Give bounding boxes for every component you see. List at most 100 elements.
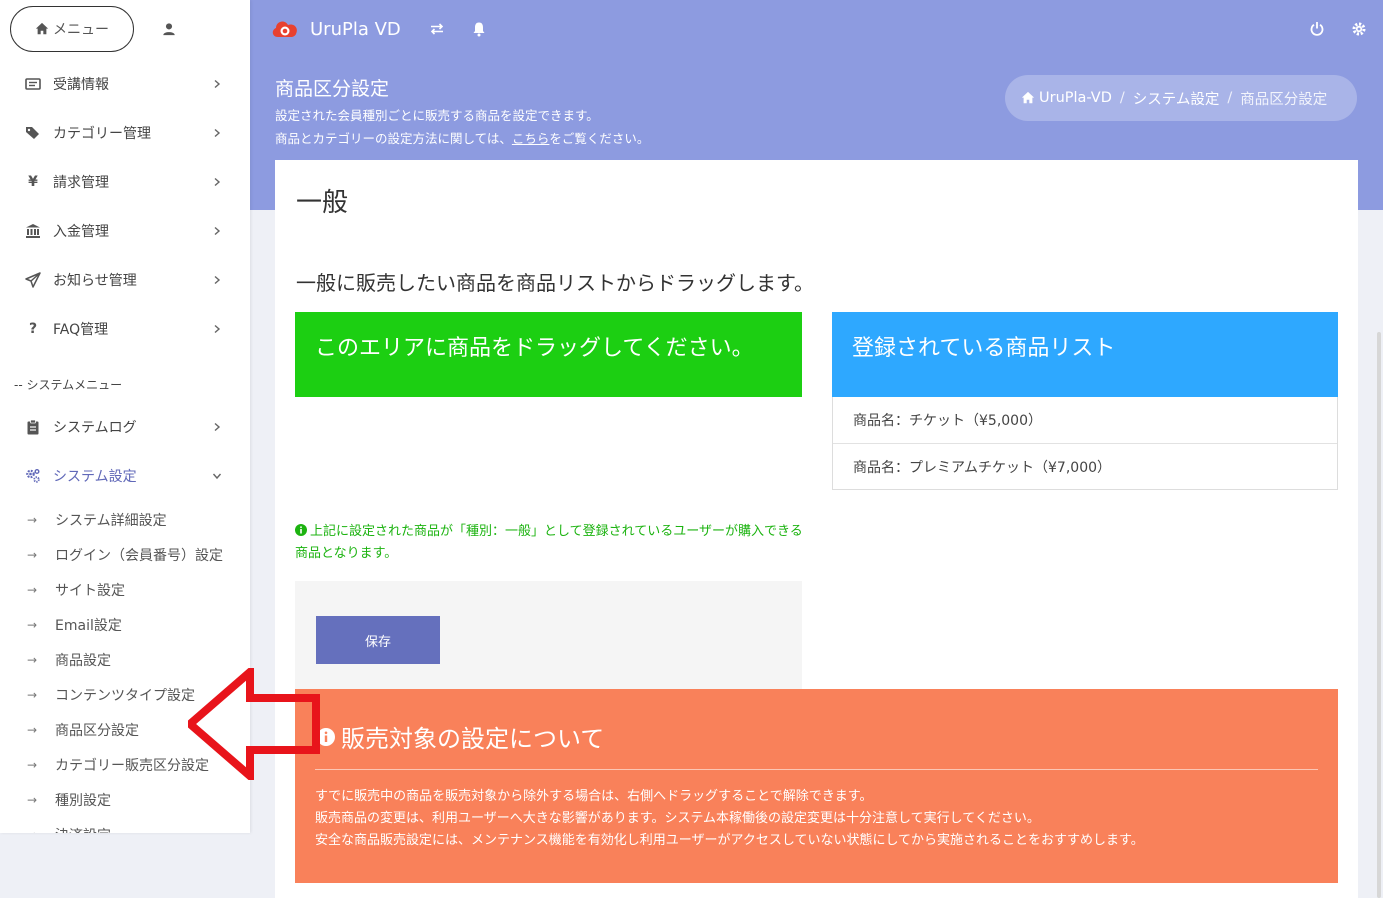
chevron-right-icon bbox=[214, 275, 221, 284]
bell-icon[interactable] bbox=[471, 21, 487, 37]
submenu-label: Email設定 bbox=[55, 617, 122, 634]
bank-icon bbox=[26, 223, 40, 238]
chevron-right-icon bbox=[214, 226, 221, 235]
exchange-icon[interactable] bbox=[429, 21, 445, 37]
arrow-right-icon: → bbox=[27, 547, 38, 562]
sidebar-top: メニュー bbox=[0, 0, 250, 58]
submenu-label: 商品区分設定 bbox=[55, 722, 139, 739]
sidebar-item-course-info[interactable]: 受講情報 bbox=[0, 59, 250, 108]
sidebar-item-category[interactable]: カテゴリー管理 bbox=[0, 108, 250, 157]
cogs-icon bbox=[26, 468, 40, 483]
card-subtitle: 一般に販売したい商品を商品リストからドラッグします。 bbox=[296, 271, 814, 295]
brand-name[interactable]: UruPla VD bbox=[310, 19, 401, 40]
info-note: 上記に設定された商品が「種別：一般」として登録されているユーザーが購入できる商品… bbox=[295, 521, 805, 565]
sidebar-item-billing[interactable]: ¥ 請求管理 bbox=[0, 157, 250, 206]
submenu-label: システム詳細設定 bbox=[55, 512, 167, 529]
chevron-right-icon bbox=[214, 177, 221, 186]
settings-card: 一般 一般に販売したい商品を商品リストからドラッグします。 このエリアに商品をド… bbox=[275, 160, 1358, 898]
chevron-right-icon bbox=[214, 324, 221, 333]
sidebar-item-label: 請求管理 bbox=[53, 174, 109, 191]
sidebar-item-label: システムログ bbox=[53, 419, 137, 436]
annotation-arrow-icon bbox=[188, 668, 320, 780]
submenu-label: 種別設定 bbox=[55, 792, 111, 809]
urupla-logo-icon bbox=[272, 21, 297, 37]
arrow-right-icon: → bbox=[27, 617, 38, 632]
card-title: 一般 bbox=[296, 188, 349, 218]
arrow-right-icon: → bbox=[27, 652, 38, 667]
page-desc-line1: 設定された会員種別ごとに販売する商品を設定できます。 bbox=[275, 108, 599, 123]
alert-title-text: 販売対象の設定について bbox=[341, 725, 605, 753]
product-item[interactable]: 商品名：プレミアムチケット（¥7,000） bbox=[833, 443, 1337, 489]
submenu-label: カテゴリー販売区分設定 bbox=[55, 757, 209, 774]
product-item[interactable]: 商品名：チケット（¥5,000） bbox=[833, 397, 1337, 443]
breadcrumb-current: 商品区分設定 bbox=[1240, 91, 1328, 108]
sidebar-item-label: カテゴリー管理 bbox=[53, 125, 151, 142]
save-button[interactable]: 保存 bbox=[316, 616, 440, 664]
system-menu-header: -- システムメニュー bbox=[14, 377, 123, 392]
breadcrumb-home[interactable]: UruPla-VD bbox=[1039, 90, 1112, 106]
page-desc-line2: 商品とカテゴリーの設定方法に関しては、こちらをご覧ください。 bbox=[275, 127, 649, 150]
page-scrollbar[interactable] bbox=[1377, 332, 1381, 898]
product-list: 商品名：チケット（¥5,000） 商品名：プレミアムチケット（¥7,000） bbox=[832, 397, 1338, 490]
sidebar-item-label: 受講情報 bbox=[53, 76, 109, 93]
submenu-label: 商品設定 bbox=[55, 652, 111, 669]
submenu-label: ログイン（会員番号）設定 bbox=[55, 547, 223, 564]
submenu-item-system-detail[interactable]: → システム詳細設定 bbox=[0, 502, 250, 537]
chevron-right-icon bbox=[214, 79, 221, 88]
info-circle-icon bbox=[295, 524, 307, 536]
sidebar-item-system-settings[interactable]: システム設定 bbox=[0, 451, 250, 500]
alert-body: すでに販売中の商品を販売対象から除外する場合は、右側へドラッグすることで解除でき… bbox=[315, 786, 1144, 852]
submenu-item-type[interactable]: → 種別設定 bbox=[0, 782, 250, 817]
submenu-label: サイト設定 bbox=[55, 582, 125, 599]
chevron-right-icon bbox=[214, 422, 221, 431]
sidebar-item-label: お知らせ管理 bbox=[53, 272, 137, 289]
gear-icon[interactable] bbox=[1351, 21, 1367, 37]
user-icon[interactable] bbox=[162, 22, 176, 36]
sidebar-item-label: 入金管理 bbox=[53, 223, 109, 240]
page-desc-text: 商品とカテゴリーの設定方法に関しては、 bbox=[275, 131, 512, 146]
breadcrumb: UruPla-VD / システム設定 / 商品区分設定 bbox=[1005, 75, 1357, 121]
submenu-item-payment-settings[interactable]: → 決済設定 bbox=[0, 817, 250, 834]
alert-title: 販売対象の設定について bbox=[317, 719, 604, 754]
submenu-item-login[interactable]: → ログイン（会員番号）設定 bbox=[0, 537, 250, 572]
sidebar-item-label: システム設定 bbox=[53, 468, 137, 485]
submenu-item-site[interactable]: → サイト設定 bbox=[0, 572, 250, 607]
alert-line: 販売商品の変更は、利用ユーザーへ大きな影響があります。システム本稼働後の設定変更… bbox=[315, 811, 1040, 826]
product-list-header: 登録されている商品リスト bbox=[832, 312, 1338, 397]
system-nav: システムログ システム設定 bbox=[0, 402, 250, 500]
chevron-down-icon bbox=[212, 473, 222, 479]
sales-target-alert: 販売対象の設定について すでに販売中の商品を販売対象から除外する場合は、右側へド… bbox=[295, 689, 1338, 883]
arrow-right-icon: → bbox=[27, 582, 38, 597]
drop-area[interactable]: このエリアに商品をドラッグしてください。 bbox=[295, 312, 802, 397]
id-card-icon bbox=[25, 77, 41, 90]
home-icon bbox=[35, 22, 49, 35]
sidebar-item-label: FAQ管理 bbox=[53, 321, 109, 338]
page-title: 商品区分設定 bbox=[275, 78, 390, 100]
header-right-tools bbox=[1309, 21, 1383, 37]
page-desc-text: をご覧ください。 bbox=[549, 131, 650, 146]
submenu-label: 決済設定 bbox=[55, 825, 111, 834]
help-link[interactable]: こちら bbox=[512, 131, 550, 146]
breadcrumb-separator: / bbox=[1227, 90, 1233, 106]
main-nav: 受講情報 カテゴリー管理 ¥ 請求管理 入金管理 お知らせ管理 ? FAQ管理 bbox=[0, 59, 250, 353]
alert-line: すでに販売中の商品を販売対象から除外する場合は、右側へドラッグすることで解除でき… bbox=[315, 789, 873, 804]
breadcrumb-system-settings[interactable]: システム設定 bbox=[1133, 88, 1220, 109]
menu-button[interactable]: メニュー bbox=[10, 6, 134, 52]
top-header: UruPla VD bbox=[250, 0, 1383, 58]
arrow-right-icon: → bbox=[27, 757, 38, 772]
info-note-text: 上記に設定された商品が「種別：一般」として登録されているユーザーが購入できる商品… bbox=[295, 524, 803, 561]
home-icon bbox=[1021, 91, 1035, 104]
clipboard-icon bbox=[27, 419, 39, 434]
sidebar-item-system-log[interactable]: システムログ bbox=[0, 402, 250, 451]
sidebar-item-news[interactable]: お知らせ管理 bbox=[0, 255, 250, 304]
arrow-right-icon: → bbox=[27, 828, 41, 834]
yen-icon: ¥ bbox=[28, 173, 38, 190]
sidebar-item-faq[interactable]: ? FAQ管理 bbox=[0, 304, 250, 353]
breadcrumb-separator: / bbox=[1119, 90, 1125, 106]
page-description: 設定された会員種別ごとに販売する商品を設定できます。 商品とカテゴリーの設定方法… bbox=[275, 104, 649, 150]
sidebar-item-payment[interactable]: 入金管理 bbox=[0, 206, 250, 255]
power-icon[interactable] bbox=[1309, 21, 1325, 37]
submenu-item-email[interactable]: → Email設定 bbox=[0, 607, 250, 642]
submenu-label: コンテンツタイプ設定 bbox=[55, 687, 195, 704]
alert-line: 安全な商品販売設定には、メンテナンス機能を有効化し利用ユーザーがアクセスしていな… bbox=[315, 833, 1144, 848]
